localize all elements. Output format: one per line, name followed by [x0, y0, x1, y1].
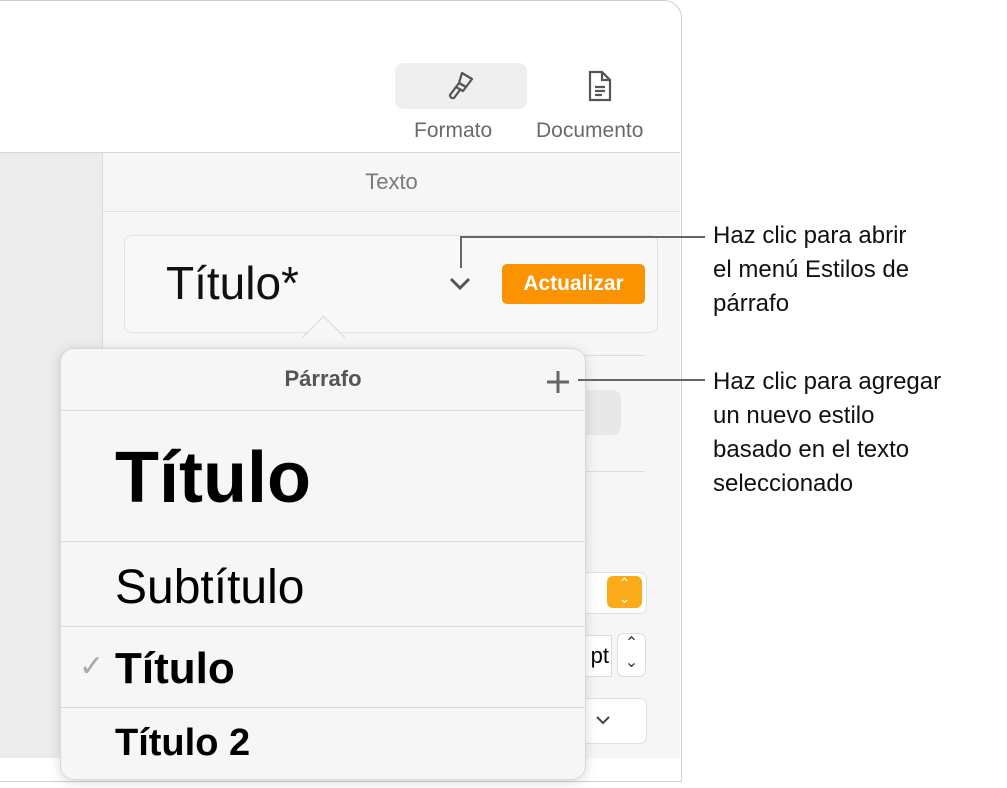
format-button[interactable]: [395, 63, 527, 109]
callout-line: [460, 236, 462, 268]
callout-text: Haz clic para agregar: [713, 368, 942, 395]
paintbrush-icon: [448, 71, 474, 100]
callout-menu: Haz clic para abrir el menú Estilos de pár…: [713, 219, 909, 321]
callout-text: un nuevo estilo: [713, 402, 875, 429]
callout-text: seleccionado: [713, 470, 854, 497]
updown-icon[interactable]: ⌃ ⌄: [607, 576, 642, 608]
callout-text: Haz clic para abrir: [713, 222, 907, 249]
section-title: Texto: [103, 153, 680, 212]
style-item-label: Título: [115, 438, 311, 518]
chevron-down-icon: [596, 716, 610, 725]
font-size-stepper[interactable]: ⌃ ⌄: [617, 633, 646, 677]
document-button[interactable]: [534, 63, 666, 109]
callout-text: párrafo: [713, 290, 790, 317]
divider: [582, 355, 645, 356]
callout-text: basado en el texto: [713, 436, 910, 463]
checkmark-icon: ✓: [79, 650, 105, 683]
style-item-label: Título: [115, 644, 235, 693]
document-label: Documento: [536, 119, 644, 142]
style-item[interactable]: Título: [61, 410, 585, 541]
paragraph-styles-popover: Párrafo Título Subtítulo ✓ Título Título…: [60, 348, 586, 780]
format-label: Formato: [414, 119, 493, 142]
style-item-label: Título 2: [115, 722, 251, 764]
plus-icon[interactable]: [545, 369, 571, 395]
style-item-selected[interactable]: ✓ Título: [61, 626, 585, 707]
popover-title: Párrafo: [284, 366, 362, 391]
style-item[interactable]: Título 2: [61, 707, 585, 788]
style-item[interactable]: Subtítulo: [61, 541, 585, 626]
style-item-label: Subtítulo: [115, 561, 305, 614]
divider: [582, 471, 645, 472]
chevron-down-icon[interactable]: [448, 276, 472, 292]
paragraph-style-name[interactable]: Título*: [166, 256, 299, 310]
callout-line: [460, 236, 705, 238]
callout-add: Haz clic para agregar un nuevo estilo basa…: [713, 365, 941, 501]
callout-line: [578, 379, 705, 381]
update-button[interactable]: Actualizar: [502, 264, 645, 304]
document-icon: [588, 70, 612, 102]
callout-text: el menú Estilos de: [713, 256, 910, 283]
